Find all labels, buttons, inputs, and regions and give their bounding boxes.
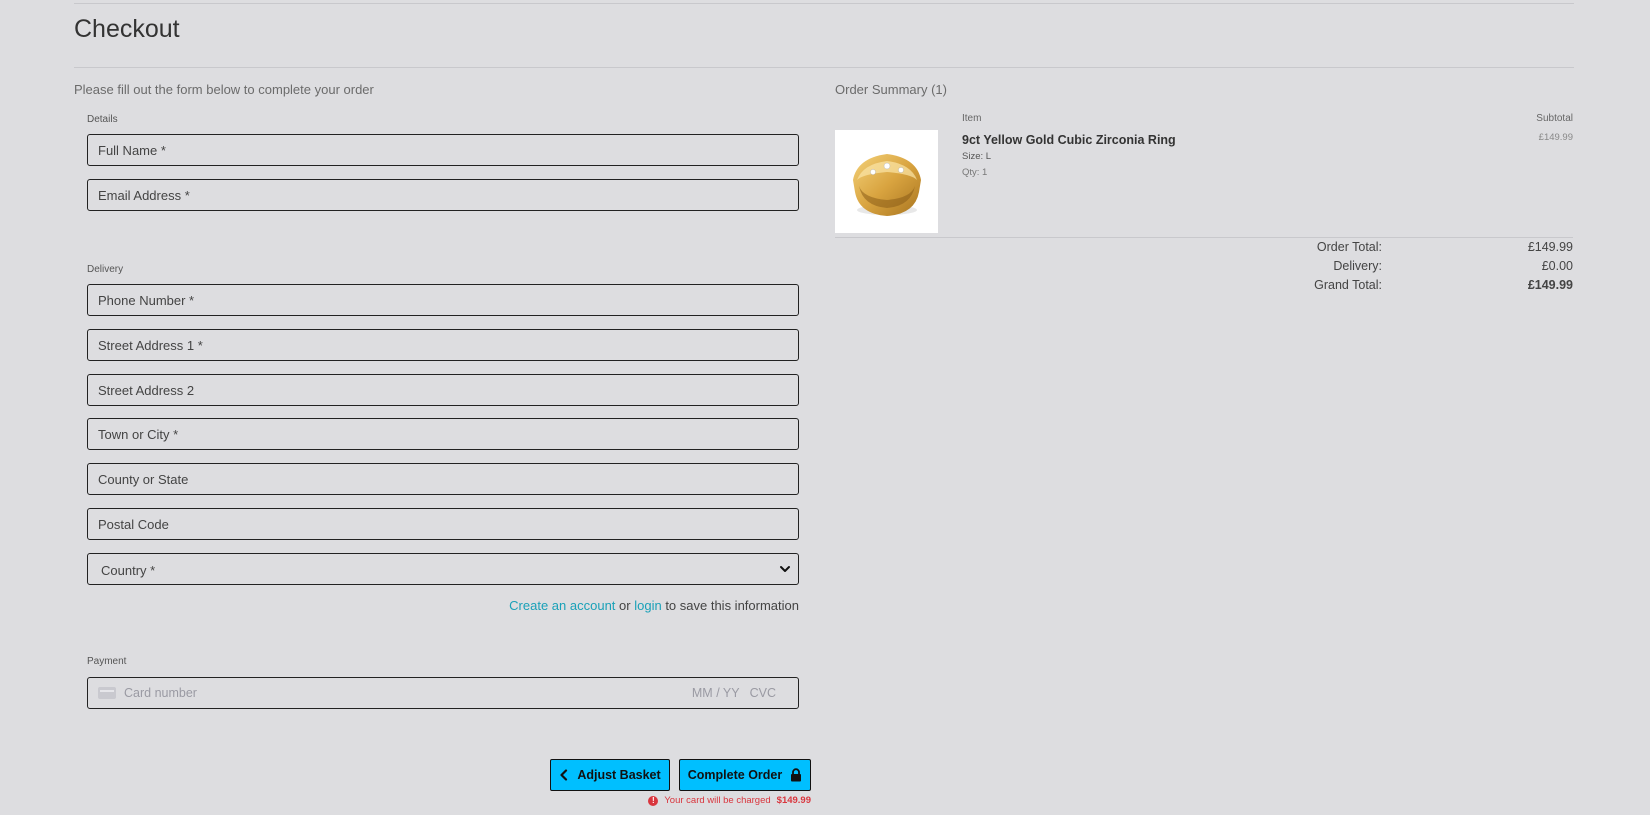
adjust-basket-button[interactable]: Adjust Basket <box>550 759 670 791</box>
full-name-field[interactable] <box>87 134 799 166</box>
street-address-2-field[interactable] <box>87 374 799 406</box>
account-or-text: or <box>619 598 631 613</box>
town-field[interactable] <box>87 418 799 450</box>
subtotal-column-header: Subtotal <box>1536 113 1573 124</box>
delivery-label: Delivery <box>87 264 124 275</box>
phone-input[interactable] <box>88 285 798 315</box>
create-account-link[interactable]: Create an account <box>509 598 615 613</box>
details-label: Details <box>87 114 118 125</box>
order-total-value: £149.99 <box>1527 240 1573 254</box>
payment-label: Payment <box>87 656 127 667</box>
delivery-value: £0.00 <box>1541 259 1573 273</box>
account-prompt: Create an account or login to save this … <box>509 598 799 613</box>
title-divider <box>74 67 1574 68</box>
account-suffix-text: to save this information <box>665 598 799 613</box>
email-input[interactable] <box>88 180 798 210</box>
street-address-1-field[interactable] <box>87 329 799 361</box>
product-image <box>835 130 938 233</box>
product-quantity: Qty: 1 <box>962 167 988 178</box>
complete-order-button[interactable]: Complete Order <box>679 759 811 791</box>
top-divider <box>74 3 1574 4</box>
product-size: Size: L <box>962 151 992 162</box>
form-intro: Please fill out the form below to comple… <box>74 82 374 97</box>
page-title: Checkout <box>74 15 180 43</box>
phone-field[interactable] <box>87 284 799 316</box>
grand-total-value: £149.99 <box>1527 278 1573 292</box>
ring-image <box>853 154 921 216</box>
product-name: 9ct Yellow Gold Cubic Zirconia Ring <box>962 133 1176 147</box>
street-address-1-input[interactable] <box>88 330 798 360</box>
county-input[interactable] <box>88 464 798 494</box>
town-input[interactable] <box>88 419 798 449</box>
item-column-header: Item <box>962 113 982 124</box>
postal-code-field[interactable] <box>87 508 799 540</box>
card-expiry-input[interactable]: MM / YY <box>692 686 740 700</box>
charge-notice-text: Your card will be charged <box>664 795 771 806</box>
order-summary-title: Order Summary (1) <box>835 82 947 97</box>
order-total-label: Order Total: <box>1316 240 1382 254</box>
charge-notice: ! Your card will be charged $149.99 <box>648 795 811 806</box>
card-number-input[interactable]: Card number <box>124 686 692 700</box>
chevron-left-icon <box>560 769 568 781</box>
lock-icon <box>791 768 802 782</box>
product-subtotal: £149.99 <box>1538 132 1573 143</box>
card-field[interactable]: Card number MM / YY CVC <box>87 677 799 709</box>
country-field[interactable]: Country * <box>87 553 799 585</box>
card-cvc-input[interactable]: CVC <box>750 686 776 700</box>
login-link[interactable]: login <box>634 598 661 613</box>
full-name-input[interactable] <box>88 135 798 165</box>
email-field[interactable] <box>87 179 799 211</box>
charge-amount: $149.99 <box>776 795 811 806</box>
country-select[interactable]: Country * <box>88 554 798 584</box>
street-address-2-input[interactable] <box>88 375 798 405</box>
summary-divider <box>835 237 1573 238</box>
exclamation-icon: ! <box>648 795 659 806</box>
credit-card-icon <box>98 687 116 699</box>
postal-code-input[interactable] <box>88 509 798 539</box>
delivery-label-total: Delivery: <box>1333 259 1382 273</box>
adjust-basket-label: Adjust Basket <box>577 768 661 782</box>
county-field[interactable] <box>87 463 799 495</box>
complete-order-label: Complete Order <box>687 768 783 782</box>
grand-total-label: Grand Total: <box>1314 278 1382 292</box>
